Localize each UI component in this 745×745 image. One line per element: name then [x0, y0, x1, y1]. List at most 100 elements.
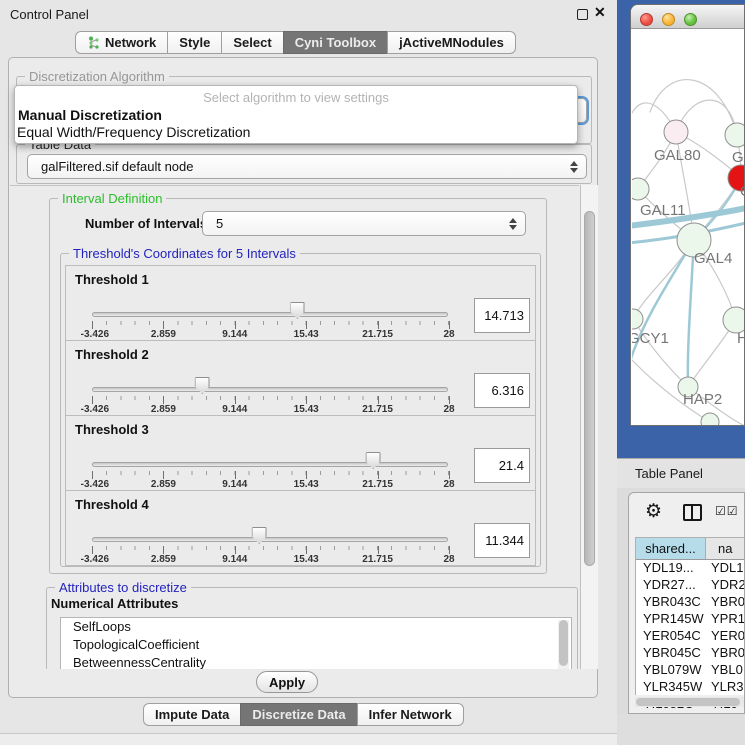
algorithm-item-manual[interactable]: Manual Discretization	[18, 107, 162, 123]
threshold-value-field[interactable]: 6.316	[474, 373, 530, 408]
tick-major	[235, 546, 236, 554]
cell-shared-name[interactable]: YBR043C	[636, 594, 706, 611]
network-view-window: GAL80GACGAL11GAL4GCY1HHAP2	[630, 4, 745, 426]
cell-shared-name[interactable]: YBL079W	[636, 662, 706, 679]
attributes-list-scrollbar[interactable]	[558, 620, 569, 669]
scrollbar-thumb[interactable]	[584, 211, 595, 566]
tab-jactivemnodules[interactable]: jActiveMNodules	[387, 31, 516, 54]
threshold-value-field[interactable]: 14.713	[474, 298, 530, 333]
tab-label: jActiveMNodules	[399, 35, 504, 50]
network-node[interactable]	[664, 120, 688, 144]
interval-definition-label: Interval Definition	[58, 191, 166, 206]
table-data-combobox[interactable]: galFiltered.sif default node	[27, 154, 587, 179]
slider-track[interactable]	[92, 462, 448, 467]
tab-network[interactable]: Network	[75, 31, 168, 54]
scrollbar-thumb[interactable]	[636, 698, 740, 706]
thresholds-group: Threshold's Coordinates for 5 Intervals …	[60, 253, 541, 567]
combo-arrows-icon	[570, 161, 578, 173]
numerical-attributes-list[interactable]: SelfLoopsTopologicalCoefficientBetweenne…	[60, 617, 572, 669]
slider-track[interactable]	[92, 537, 448, 542]
interval-definition-group: Interval Definition Number of Intervals …	[49, 198, 547, 574]
attribute-list-item[interactable]: BetweennessCentrality	[61, 654, 571, 669]
node-label: GCY1	[632, 330, 669, 347]
cell-shared-name[interactable]: YDR27...	[636, 577, 706, 594]
cell-name[interactable]: YDL1	[706, 560, 745, 577]
tick-major	[235, 396, 236, 404]
checkboxes-icon[interactable]: ☑☑	[715, 504, 739, 518]
number-of-intervals-combobox[interactable]: 5	[202, 211, 526, 236]
cell-shared-name[interactable]: YLR345W	[636, 679, 706, 696]
node-label: H	[737, 330, 745, 347]
slider-ticks	[92, 321, 449, 329]
cell-shared-name[interactable]: YDL19...	[636, 560, 706, 577]
tab-impute-data[interactable]: Impute Data	[143, 703, 241, 726]
cell-shared-name[interactable]: YER054C	[636, 628, 706, 645]
minimize-yellow-icon[interactable]	[662, 13, 675, 26]
network-graph: GAL80GACGAL11GAL4GCY1HHAP2	[632, 30, 745, 426]
slider-track[interactable]	[92, 387, 448, 392]
cell-shared-name[interactable]: YBR045C	[636, 645, 706, 662]
network-edge[interactable]	[650, 80, 737, 135]
table-data-group: Table Data galFiltered.sif default node	[16, 144, 592, 184]
bottom-tab-bar: Impute DataDiscretize DataInfer Network	[143, 703, 464, 726]
table-panel-titlebar: Table Panel	[617, 458, 745, 488]
threshold-value-field[interactable]: 21.4	[474, 448, 530, 483]
cell-shared-name[interactable]: YPR145W	[636, 611, 706, 628]
control-panel: Control Panel ✕ NetworkStyleSelectCyni T…	[0, 0, 617, 745]
cyni-toolbox-panel: Discretization Algorithm Table Data galF…	[8, 57, 598, 698]
threshold-label: Threshold 4	[75, 497, 149, 512]
table-row[interactable]: YER054CYER0	[636, 628, 745, 645]
network-window-titlebar[interactable]	[631, 5, 745, 29]
table-row[interactable]: YBR043CYBR0	[636, 594, 745, 611]
tab-select[interactable]: Select	[221, 31, 283, 54]
table-panel-toolbar: ⚙ ☑☑	[629, 493, 745, 533]
float-window-icon[interactable]	[577, 9, 588, 20]
table-panel-window: ⚙ ☑☑ shared... na YDL19...YDL1YDR27...YD…	[628, 492, 745, 714]
threshold-label: Threshold 3	[75, 422, 149, 437]
slider-track[interactable]	[92, 312, 448, 317]
attribute-list-item[interactable]: TopologicalCoefficient	[61, 636, 571, 654]
gear-icon[interactable]: ⚙	[645, 500, 662, 523]
cell-name[interactable]: YBR0	[706, 594, 745, 611]
table-row[interactable]: YDL19...YDL1	[636, 560, 745, 577]
algorithm-placeholder-item[interactable]: Select algorithm to view settings	[15, 90, 577, 105]
column-header-shared-name[interactable]: shared...	[636, 538, 706, 559]
cell-name[interactable]: YER0	[706, 628, 745, 645]
apply-button[interactable]: Apply	[256, 671, 318, 693]
cell-name[interactable]: YLR3	[706, 679, 745, 696]
attributes-group-label: Attributes to discretize	[55, 580, 191, 595]
cell-name[interactable]: YPR1	[706, 611, 745, 628]
algorithm-item-equal-width[interactable]: Equal Width/Frequency Discretization	[17, 124, 250, 140]
tab-infer-network[interactable]: Infer Network	[357, 703, 464, 726]
tab-cyni-toolbox[interactable]: Cyni Toolbox	[283, 31, 388, 54]
network-node[interactable]	[632, 178, 649, 200]
tick-major	[449, 471, 450, 479]
table-row[interactable]: YLR345WYLR3	[636, 679, 745, 696]
table-row[interactable]: YDR27...YDR2	[636, 577, 745, 594]
threshold-value-field[interactable]: 11.344	[474, 523, 530, 558]
tick-label: 28	[443, 404, 454, 415]
network-canvas[interactable]: GAL80GACGAL11GAL4GCY1HHAP2	[632, 30, 745, 426]
network-node[interactable]	[701, 413, 719, 426]
table-horizontal-scrollbar[interactable]	[635, 697, 745, 707]
network-node[interactable]	[632, 309, 643, 329]
tick-label: 21.715	[362, 329, 393, 340]
cell-name[interactable]: YDR2	[706, 577, 745, 594]
table-row[interactable]: YPR145WYPR1	[636, 611, 745, 628]
tab-style[interactable]: Style	[167, 31, 222, 54]
cell-name[interactable]: YBR0	[706, 645, 745, 662]
settings-vertical-scrollbar[interactable]	[580, 185, 598, 669]
tab-discretize-data[interactable]: Discretize Data	[240, 703, 357, 726]
close-icon[interactable]: ✕	[594, 4, 606, 21]
columns-icon[interactable]	[683, 504, 702, 521]
tick-major	[449, 546, 450, 554]
cell-name[interactable]: YBL0	[706, 662, 745, 679]
column-header-name[interactable]: na	[706, 538, 745, 559]
close-red-icon[interactable]	[640, 13, 653, 26]
network-node[interactable]	[725, 123, 745, 147]
attribute-list-item[interactable]: SelfLoops	[61, 618, 571, 636]
zoom-green-icon[interactable]	[684, 13, 697, 26]
table-row[interactable]: YBL079WYBL0	[636, 662, 745, 679]
node-label: GAL11	[640, 202, 686, 219]
table-row[interactable]: YBR045CYBR0	[636, 645, 745, 662]
